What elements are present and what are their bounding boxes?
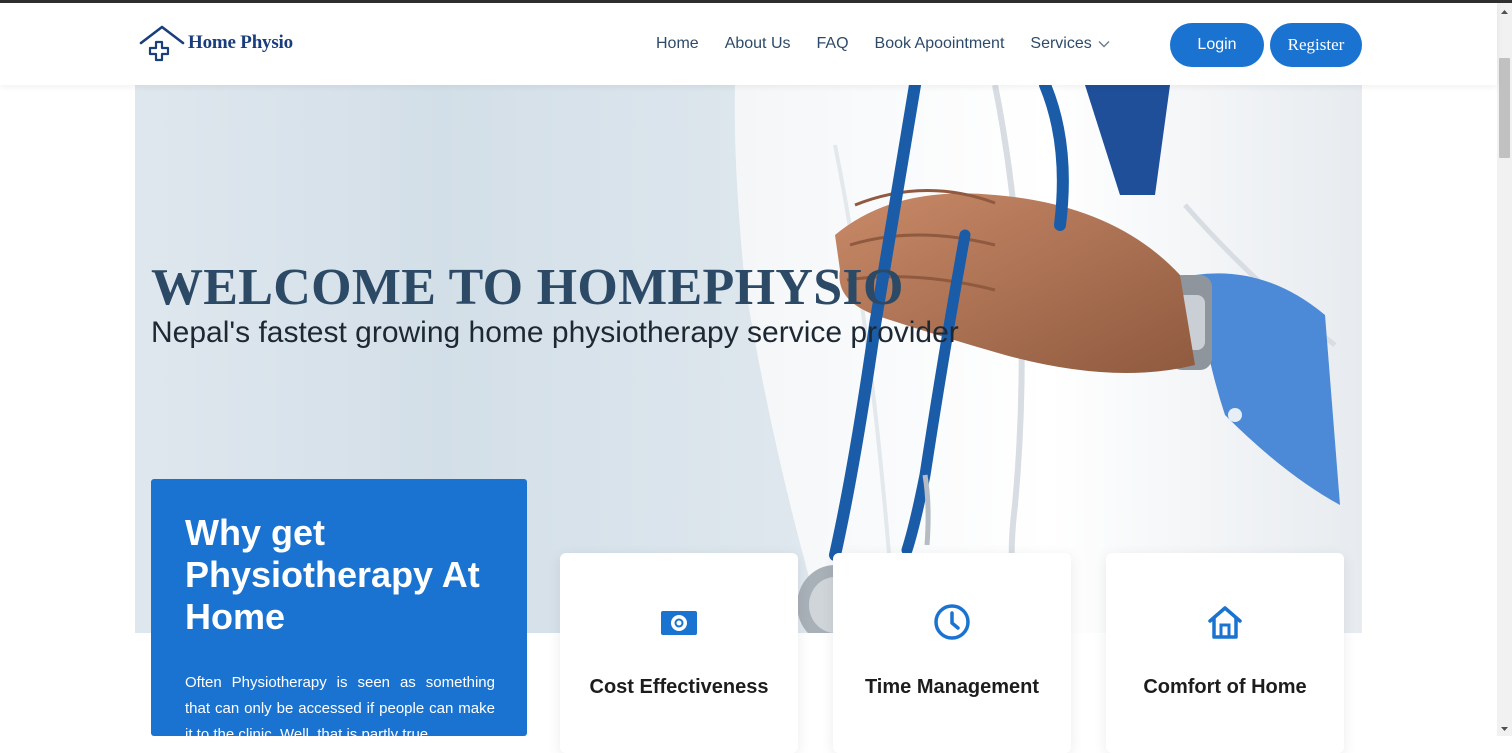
nav-services-label: Services bbox=[1030, 35, 1092, 52]
nav-services-dropdown[interactable]: Services bbox=[1030, 35, 1110, 53]
scroll-up-arrow-icon[interactable] bbox=[1497, 5, 1512, 20]
scrollbar-thumb[interactable] bbox=[1499, 58, 1510, 158]
page-scrollbar[interactable] bbox=[1497, 3, 1512, 736]
brand-logo[interactable]: Home Physio bbox=[138, 23, 293, 63]
feature-card-cost: Cost Effectiveness bbox=[560, 553, 798, 753]
hero-title: WELCOME TO HOMEPHYSIO bbox=[151, 259, 904, 316]
chevron-down-icon bbox=[1098, 41, 1110, 48]
why-title: Why get Physiotherapy At Home bbox=[185, 512, 480, 637]
house-with-cross-icon bbox=[139, 25, 185, 62]
login-button[interactable]: Login bbox=[1170, 23, 1264, 67]
nav-faq[interactable]: FAQ bbox=[817, 35, 849, 53]
feature-title: Comfort of Home bbox=[1143, 676, 1307, 698]
nav-home[interactable]: Home bbox=[656, 35, 699, 53]
brand-name: Home Physio bbox=[188, 32, 293, 53]
feature-card-comfort: Comfort of Home bbox=[1106, 553, 1344, 753]
feature-title: Cost Effectiveness bbox=[589, 676, 769, 698]
money-icon bbox=[661, 611, 697, 635]
feature-card-time: Time Management bbox=[833, 553, 1071, 753]
hero-subtitle: Nepal's fastest growing home physiothera… bbox=[151, 316, 959, 349]
why-physio-box: Why get Physiotherapy At Home Often Phys… bbox=[151, 479, 527, 736]
scroll-down-arrow-icon[interactable] bbox=[1497, 721, 1512, 736]
main-nav: Home About Us FAQ Book Apoointment Servi… bbox=[656, 3, 1110, 85]
feature-title: Time Management bbox=[864, 676, 1040, 698]
why-text: Often Physiotherapy is seen as something… bbox=[185, 674, 495, 736]
navbar: Home Physio Home About Us FAQ Book Apooi… bbox=[0, 3, 1497, 85]
nav-about-us[interactable]: About Us bbox=[725, 35, 791, 53]
home-icon bbox=[1208, 606, 1242, 639]
clock-icon bbox=[934, 604, 970, 640]
register-button[interactable]: Register bbox=[1270, 23, 1362, 67]
nav-book-appointment[interactable]: Book Apoointment bbox=[875, 35, 1005, 53]
